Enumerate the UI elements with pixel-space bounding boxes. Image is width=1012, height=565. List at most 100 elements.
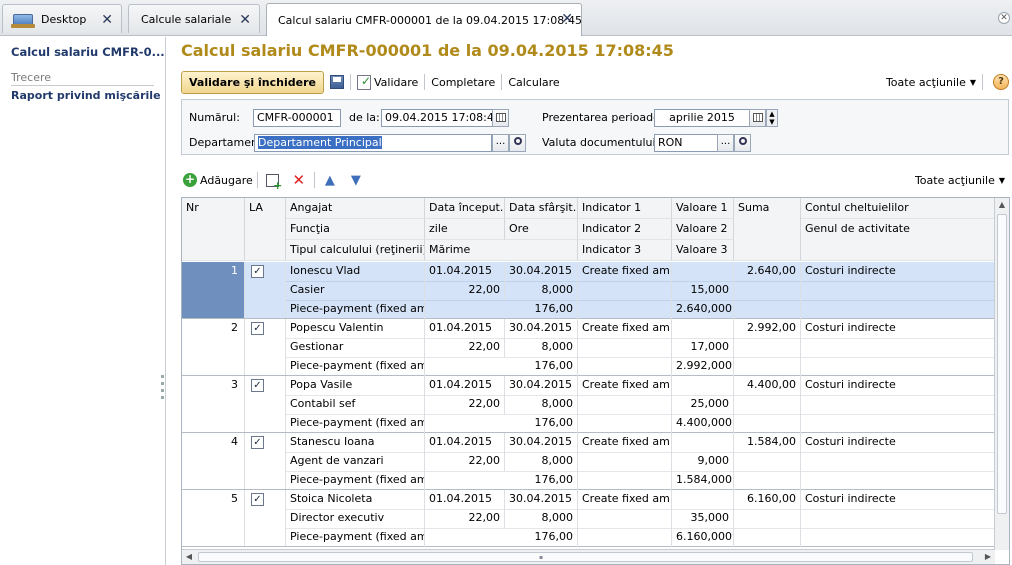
splitter-handle[interactable] xyxy=(161,375,165,405)
cell-sum[interactable]: 2.992,00 xyxy=(734,319,801,338)
header-value-2[interactable]: Valoare 2 xyxy=(672,219,734,240)
complete-button[interactable]: Completare xyxy=(427,71,499,93)
empty-cell[interactable] xyxy=(801,300,995,319)
cell-start[interactable]: 01.04.2015 xyxy=(425,319,505,338)
cell-value2[interactable]: 35,000 xyxy=(672,509,734,528)
period-spinner[interactable]: ▲ ▼ xyxy=(766,109,778,127)
cell-value2[interactable]: 25,000 xyxy=(672,395,734,414)
cell-hours[interactable]: 8,000 xyxy=(505,281,578,300)
la-checkbox[interactable]: ✓ xyxy=(251,436,264,449)
empty-cell[interactable] xyxy=(801,357,995,376)
tab-salary-calculations[interactable]: Calcule salariale ✕ xyxy=(128,4,260,33)
cell-hours[interactable]: 8,000 xyxy=(505,338,578,357)
tab-current-document[interactable]: Calcul salariu CMFR-000001 de la 09.04.2… xyxy=(266,3,582,36)
cell-employee[interactable]: Popa Vasile xyxy=(286,376,425,395)
spin-down-icon[interactable]: ▼ xyxy=(767,118,777,126)
header-value-1[interactable]: Valoare 1 xyxy=(672,198,734,219)
empty-cell[interactable] xyxy=(672,433,734,452)
help-icon[interactable]: ? xyxy=(993,74,1009,90)
cell-indicator[interactable]: Create fixed am... xyxy=(578,433,672,452)
department-field[interactable]: Departament Principal xyxy=(254,134,492,152)
empty-cell[interactable] xyxy=(578,338,672,357)
cell-hours[interactable]: 8,000 xyxy=(505,452,578,471)
cell-measure[interactable]: 176,00 xyxy=(425,528,578,547)
empty-cell[interactable] xyxy=(734,509,801,528)
cell-measure[interactable]: 176,00 xyxy=(425,471,578,490)
cell-employee[interactable]: Popescu Valentin xyxy=(286,319,425,338)
header-start-date[interactable]: Data început... xyxy=(425,198,505,219)
empty-cell[interactable] xyxy=(578,471,672,490)
header-la[interactable]: LA xyxy=(245,198,286,261)
empty-cell[interactable] xyxy=(801,509,995,528)
delete-row-button[interactable]: ✕ xyxy=(291,171,307,189)
movements-report-link[interactable]: Raport privind mişcările xyxy=(11,89,161,102)
tab-desktop[interactable]: Desktop ✕ xyxy=(2,4,122,33)
save-icon[interactable] xyxy=(329,75,344,89)
header-indicator-2[interactable]: Indicator 2 xyxy=(578,219,672,240)
la-checkbox[interactable]: ✓ xyxy=(251,379,264,392)
cell-value3[interactable]: 6.160,000 xyxy=(672,528,734,547)
cell-start[interactable]: 01.04.2015 xyxy=(425,376,505,395)
cell-position[interactable]: Agent de vanzari xyxy=(286,452,425,471)
cell-start[interactable]: 01.04.2015 xyxy=(425,433,505,452)
cell-measure[interactable]: 176,00 xyxy=(425,300,578,319)
cell-end[interactable]: 30.04.2015 xyxy=(505,433,578,452)
empty-cell[interactable] xyxy=(734,300,801,319)
cell-sum[interactable]: 4.400,00 xyxy=(734,376,801,395)
horizontal-scrollbar[interactable]: ◀ ▪ ▶ xyxy=(182,549,995,564)
la-checkbox[interactable]: ✓ xyxy=(251,322,264,335)
cell-indicator[interactable]: Create fixed am... xyxy=(578,490,672,509)
header-employee[interactable]: Angajat xyxy=(286,198,425,219)
cell-end[interactable]: 30.04.2015 xyxy=(505,262,578,281)
move-down-button[interactable]: ▼ xyxy=(348,172,364,188)
cell-sum[interactable]: 1.584,00 xyxy=(734,433,801,452)
vertical-scroll-thumb[interactable] xyxy=(997,214,1007,514)
empty-cell[interactable] xyxy=(801,414,995,433)
cell-end[interactable]: 30.04.2015 xyxy=(505,490,578,509)
cell-calc-type[interactable]: Piece-payment (fixed am... xyxy=(286,300,425,319)
cell-indicator[interactable]: Create fixed am... xyxy=(578,319,672,338)
cell-start[interactable]: 01.04.2015 xyxy=(425,262,505,281)
table-row[interactable]: 2 ✓ Popescu Valentin 01.04.2015 30.04.2015 Cr… xyxy=(182,319,995,376)
cell-value2[interactable]: 15,000 xyxy=(672,281,734,300)
empty-cell[interactable] xyxy=(734,281,801,300)
cell-employee[interactable]: Stanescu Ioana xyxy=(286,433,425,452)
cell-indicator[interactable]: Create fixed am... xyxy=(578,262,672,281)
left-panel-title[interactable]: Calcul salariu CMFR-0... xyxy=(11,45,165,59)
empty-cell[interactable] xyxy=(578,300,672,319)
table-row[interactable]: 1 ✓ Ionescu Vlad 01.04.2015 30.04.2015 Create… xyxy=(182,262,995,319)
empty-cell[interactable] xyxy=(578,357,672,376)
cell-value3[interactable]: 4.400,000 xyxy=(672,414,734,433)
cell-value2[interactable]: 9,000 xyxy=(672,452,734,471)
vertical-scrollbar[interactable]: ▲ xyxy=(994,198,1009,550)
cell-hours[interactable]: 8,000 xyxy=(505,509,578,528)
scroll-right-icon[interactable]: ▶ xyxy=(981,550,995,564)
cell-days[interactable]: 22,00 xyxy=(425,509,505,528)
cell-start[interactable]: 01.04.2015 xyxy=(425,490,505,509)
table-row[interactable]: 4 ✓ Stanescu Ioana 01.04.2015 30.04.2015 Crea… xyxy=(182,433,995,490)
cell-position[interactable]: Contabil sef xyxy=(286,395,425,414)
cell-employee[interactable]: Ionescu Vlad xyxy=(286,262,425,281)
cell-position[interactable]: Casier xyxy=(286,281,425,300)
empty-cell[interactable] xyxy=(734,414,801,433)
copy-row-button[interactable] xyxy=(265,172,282,192)
close-icon[interactable]: ✕ xyxy=(561,11,573,27)
header-sum[interactable]: Suma xyxy=(734,198,801,261)
period-field[interactable]: aprilie 2015 xyxy=(654,109,750,127)
empty-cell[interactable] xyxy=(801,452,995,471)
empty-cell[interactable] xyxy=(578,528,672,547)
cell-account[interactable]: Costuri indirecte xyxy=(801,490,995,509)
close-window-icon[interactable]: ✕ xyxy=(998,12,1010,24)
header-nr[interactable]: Nr xyxy=(182,198,245,261)
validate-and-close-button[interactable]: Validare şi închidere xyxy=(181,70,324,94)
empty-cell[interactable] xyxy=(734,471,801,490)
empty-cell[interactable] xyxy=(578,414,672,433)
scroll-up-icon[interactable]: ▲ xyxy=(995,198,1009,212)
header-indicator-3[interactable]: Indicator 3 xyxy=(578,240,672,261)
empty-cell[interactable] xyxy=(578,452,672,471)
empty-cell[interactable] xyxy=(801,471,995,490)
add-button[interactable]: + Adăugare xyxy=(181,173,255,187)
empty-cell[interactable] xyxy=(734,357,801,376)
cell-account[interactable]: Costuri indirecte xyxy=(801,376,995,395)
validate-button[interactable]: Validare xyxy=(353,71,422,93)
